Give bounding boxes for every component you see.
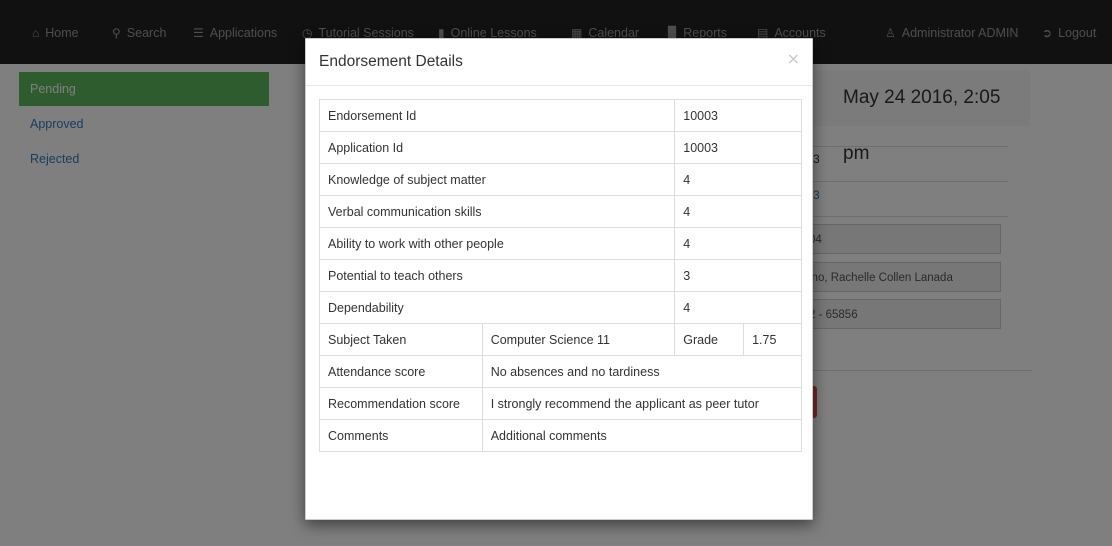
row-label: Recommendation score	[319, 387, 483, 420]
table-row: Application Id 10003	[318, 131, 802, 164]
table-row: Attendance score No absences and no tard…	[319, 355, 803, 388]
row-label: Dependability	[318, 291, 676, 324]
modal-title: Endorsement Details	[319, 53, 463, 70]
row-value: 10003	[674, 131, 802, 164]
endorsement-details-modal: Endorsement Details × Endorsement Id 100…	[305, 38, 813, 520]
close-icon[interactable]: ×	[787, 49, 800, 68]
grade-label: Grade	[674, 323, 745, 356]
row-value: No absences and no tardiness	[481, 355, 803, 388]
row-value: 4	[674, 163, 802, 196]
row-label: Verbal communication skills	[318, 195, 676, 228]
row-value: 10003	[674, 99, 802, 132]
row-label: Ability to work with other people	[318, 227, 676, 260]
row-value: I strongly recommend the applicant as pe…	[481, 387, 803, 420]
table-row: Subject Taken Computer Science 11 Grade …	[319, 323, 802, 356]
row-value: Computer Science 11	[481, 323, 676, 356]
row-value: 4	[674, 291, 802, 324]
row-value: 4	[674, 227, 802, 260]
endorsement-details-table: Endorsement Id 10003 Application Id 1000…	[318, 99, 803, 452]
table-row: Verbal communication skills 4	[318, 195, 802, 228]
table-row: Dependability 4	[318, 291, 802, 324]
row-label: Attendance score	[319, 355, 483, 388]
row-label: Application Id	[318, 131, 676, 164]
row-value: 4	[674, 195, 802, 228]
table-row: Potential to teach others 3	[318, 259, 802, 292]
modal-header: Endorsement Details ×	[306, 39, 812, 86]
row-label: Comments	[319, 419, 483, 452]
row-label: Potential to teach others	[318, 259, 676, 292]
row-value: Additional comments	[481, 419, 803, 452]
row-label: Subject Taken	[319, 323, 483, 356]
table-row: Recommendation score I strongly recommen…	[319, 387, 803, 420]
table-row: Knowledge of subject matter 4	[318, 163, 802, 196]
table-row: Comments Additional comments	[319, 419, 803, 452]
table-row: Ability to work with other people 4	[318, 227, 802, 260]
grade-value: 1.75	[743, 323, 802, 356]
row-label: Knowledge of subject matter	[318, 163, 676, 196]
table-row: Endorsement Id 10003	[318, 99, 802, 132]
row-label: Endorsement Id	[318, 99, 676, 132]
row-value: 3	[674, 259, 802, 292]
